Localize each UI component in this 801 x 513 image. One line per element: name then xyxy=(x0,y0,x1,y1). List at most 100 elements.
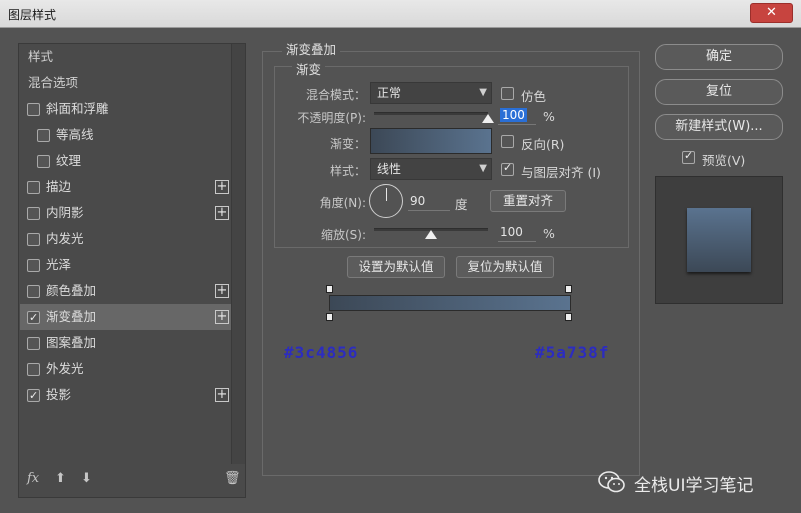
style-item[interactable]: 颜色叠加 + xyxy=(20,278,231,304)
reverse-label: 反向(R) xyxy=(521,137,565,152)
gradient-overlay-title: 渐变叠加 xyxy=(282,39,341,58)
style-item-checkbox[interactable] xyxy=(27,383,40,409)
style-item-checkbox[interactable] xyxy=(27,363,40,376)
blend-mode-select[interactable]: 正常 ▼ xyxy=(370,82,492,104)
chevron-down-icon: ▼ xyxy=(479,163,487,174)
style-item[interactable]: 样式 xyxy=(20,44,231,70)
style-item-label: 外发光 xyxy=(46,361,84,376)
opacity-slider-thumb[interactable] xyxy=(482,114,494,123)
add-style-icon[interactable]: + xyxy=(215,310,229,324)
style-item[interactable]: 等高线 xyxy=(20,122,231,148)
add-style-icon[interactable]: + xyxy=(215,388,229,402)
arrow-down-icon[interactable]: ⬇ xyxy=(81,471,92,486)
arrow-up-icon[interactable]: ⬆ xyxy=(55,471,66,486)
set-default-button[interactable]: 设置为默认值 xyxy=(347,256,445,278)
gradient-picker[interactable] xyxy=(370,128,492,154)
opacity-label: 不透明度(P): xyxy=(297,111,366,125)
close-button[interactable]: ✕ xyxy=(750,3,793,23)
style-item-label: 图案叠加 xyxy=(46,335,97,350)
style-item-checkbox[interactable] xyxy=(37,155,50,168)
style-item-checkbox[interactable] xyxy=(27,285,40,298)
style-item-checkbox[interactable] xyxy=(27,259,40,272)
style-item-checkbox[interactable] xyxy=(27,233,40,246)
scale-value: 100 xyxy=(500,225,523,239)
opacity-value: 100 xyxy=(500,108,527,122)
style-item[interactable]: 斜面和浮雕 xyxy=(20,96,231,122)
style-item-checkbox[interactable] xyxy=(27,337,40,350)
color-stop-start[interactable] xyxy=(326,313,333,321)
style-item-checkbox[interactable] xyxy=(27,207,40,220)
style-item[interactable]: 图案叠加 xyxy=(20,330,231,356)
style-label: 样式： xyxy=(329,164,366,178)
angle-label: 角度(N): xyxy=(319,196,366,210)
opacity-unit: % xyxy=(543,109,555,124)
angle-dial[interactable] xyxy=(369,184,403,218)
style-select[interactable]: 线性 ▼ xyxy=(370,158,492,180)
wechat-icon xyxy=(598,471,625,493)
scale-slider-thumb[interactable] xyxy=(425,230,437,239)
style-item[interactable]: 混合选项 xyxy=(20,70,231,96)
style-item-checkbox[interactable] xyxy=(27,305,40,331)
reset-default-button[interactable]: 复位为默认值 xyxy=(456,256,554,278)
style-item[interactable]: 内发光 xyxy=(20,226,231,252)
style-item-label: 渐变叠加 xyxy=(46,309,97,324)
layer-style-dialog: 样式混合选项斜面和浮雕等高线纹理描边 + 内阴影 + 内发光光泽颜色叠加 + 渐变叠加 + 图案… xyxy=(0,28,801,513)
reset-alignment-button[interactable]: 重置对齐 xyxy=(490,190,566,212)
reset-button[interactable]: 复位 xyxy=(655,79,783,105)
style-item-label: 颜色叠加 xyxy=(46,283,97,298)
trash-icon[interactable]: 🗑 xyxy=(224,471,241,486)
angle-unit: 度 xyxy=(455,197,468,212)
preview-label: 预览(V) xyxy=(702,153,746,168)
scale-unit: % xyxy=(543,226,555,241)
end-color-hex: #5a738f xyxy=(535,343,610,362)
angle-input[interactable]: 90 xyxy=(408,193,450,211)
style-item[interactable]: 纹理 xyxy=(20,148,231,174)
style-item[interactable]: 渐变叠加 + xyxy=(20,304,231,331)
add-style-icon[interactable]: + xyxy=(215,284,229,298)
add-style-icon[interactable]: + xyxy=(215,206,229,220)
gradient-subgroup-title: 渐变 xyxy=(292,59,326,78)
style-item-label: 光泽 xyxy=(46,257,72,272)
style-item-checkbox[interactable] xyxy=(27,181,40,194)
scale-input[interactable]: 100 xyxy=(498,224,536,242)
style-item-label: 斜面和浮雕 xyxy=(46,101,109,116)
ok-button[interactable]: 确定 xyxy=(655,44,783,70)
start-color-hex: #3c4856 xyxy=(284,343,359,362)
fx-icon[interactable]: fx xyxy=(27,471,39,486)
title-bar: 图层样式 ✕ xyxy=(0,0,801,28)
styles-list: 样式混合选项斜面和浮雕等高线纹理描边 + 内阴影 + 内发光光泽颜色叠加 + 渐变叠加 + 图案… xyxy=(18,43,246,498)
dither-label: 仿色 xyxy=(521,89,547,104)
color-stop-end[interactable] xyxy=(565,313,572,321)
style-item[interactable]: 外发光 xyxy=(20,356,231,382)
dither-checkbox[interactable] xyxy=(501,87,514,100)
window-title: 图层样式 xyxy=(8,8,57,22)
scale-label: 缩放(S): xyxy=(320,228,366,242)
reverse-checkbox[interactable] xyxy=(501,135,514,148)
watermark-text: 全栈UI学习笔记 xyxy=(634,476,754,496)
preview-checkbox[interactable] xyxy=(682,149,695,164)
style-item[interactable]: 描边 + xyxy=(20,174,231,200)
style-item[interactable]: 投影 + xyxy=(20,382,231,409)
style-item-label: 纹理 xyxy=(56,153,82,168)
styles-list-scrollbar[interactable] xyxy=(231,44,245,464)
opacity-slider[interactable] xyxy=(374,112,488,115)
style-item-label: 描边 xyxy=(46,179,72,194)
opacity-stop-start[interactable] xyxy=(326,285,333,293)
opacity-input[interactable]: 100 xyxy=(498,107,536,125)
opacity-stop-end[interactable] xyxy=(565,285,572,293)
style-item-checkbox[interactable] xyxy=(37,129,50,142)
style-item[interactable]: 光泽 xyxy=(20,252,231,278)
style-value: 线性 xyxy=(377,162,402,176)
new-style-button[interactable]: 新建样式(W)... xyxy=(655,114,783,140)
align-with-layer-checkbox[interactable] xyxy=(501,161,514,176)
blend-mode-label: 混合模式： xyxy=(305,88,366,102)
gradient-label: 渐变： xyxy=(329,137,366,151)
style-item[interactable]: 内阴影 + xyxy=(20,200,231,226)
blend-mode-value: 正常 xyxy=(377,86,402,100)
align-with-layer-label: 与图层对齐 (I) xyxy=(521,165,601,180)
style-item-label: 内阴影 xyxy=(46,205,84,220)
add-style-icon[interactable]: + xyxy=(215,180,229,194)
style-item-label: 投影 xyxy=(46,387,72,402)
style-item-checkbox[interactable] xyxy=(27,103,40,116)
gradient-bar[interactable] xyxy=(329,295,571,311)
